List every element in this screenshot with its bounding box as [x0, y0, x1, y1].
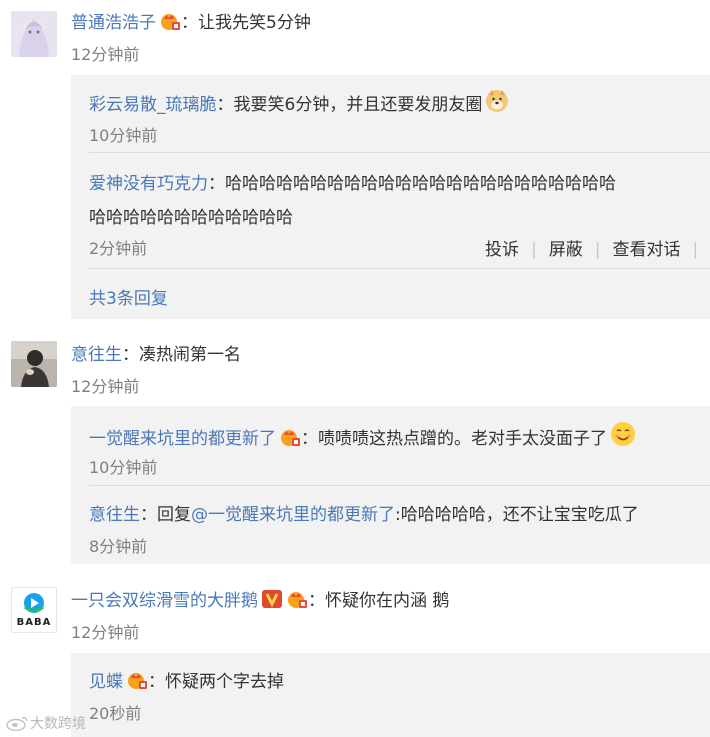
timestamp: 20秒前 [89, 704, 142, 723]
crown-badge-icon [286, 589, 308, 614]
reply-username[interactable]: 爱神没有巧克力 [89, 174, 208, 194]
divider [89, 152, 710, 153]
reply-text-continued: 哈哈哈哈哈哈哈哈哈哈哈哈 [89, 208, 293, 228]
separator: | [531, 240, 537, 260]
reply-prefix: ：回复 [140, 505, 191, 525]
reply-username[interactable]: 彩云易散_琉璃脆 [89, 95, 217, 115]
replies-box: 彩云易散_琉璃脆：我要笑6分钟，并且还要发朋友圈 10分钟前 爱神没有巧克力：哈… [71, 75, 710, 319]
crown-badge-icon [126, 670, 148, 695]
reply-line: 意往生：回复@一觉醒来坑里的都更新了:哈哈哈哈哈，还不让宝宝吃瓜了 [89, 500, 639, 525]
crown-badge-icon [279, 427, 301, 452]
comment-line: 一只会双综滑雪的大胖鹅 ：怀疑你在内涵 鹅 [71, 586, 449, 614]
reply-username[interactable]: 见蝶 [89, 672, 123, 692]
mention-link[interactable]: @一觉醒来坑里的都更新了 [191, 505, 395, 525]
timestamp: 10分钟前 [89, 458, 158, 477]
reply-username[interactable]: 意往生 [89, 505, 140, 525]
replies-box: 见蝶 ：怀疑两个字去掉 20秒前 [71, 653, 710, 737]
avatar[interactable]: BABA [11, 587, 57, 633]
timestamp: 8分钟前 [89, 537, 148, 556]
reply-text: ：我要笑6分钟，并且还要发朋友圈 [216, 95, 483, 115]
smirk-emoji-icon [610, 421, 636, 452]
timestamp: 12分钟前 [71, 623, 140, 642]
report-button[interactable]: 投诉 [485, 240, 519, 260]
separator: | [692, 240, 699, 260]
separator: | [594, 240, 601, 260]
watermark: 大数跨境 [6, 713, 86, 735]
crown-badge-icon [159, 11, 181, 36]
timestamp: 12分钟前 [71, 45, 140, 64]
reply-line: 爱神没有巧克力：哈哈哈哈哈哈哈哈哈哈哈哈哈哈哈哈哈哈哈哈哈哈哈 [89, 169, 710, 194]
avatar[interactable] [11, 341, 57, 387]
replies-box: 一觉醒来坑里的都更新了 ：啧啧啧这热点蹭的。老对手太没面子了 10分钟前 意往生：… [71, 406, 710, 564]
divider [89, 268, 710, 269]
avatar-label: BABA [16, 617, 52, 628]
reply-text: ：啧啧啧这热点蹭的。老对手太没面子了 [301, 429, 607, 449]
timestamp: 12分钟前 [71, 377, 140, 396]
watermark-text: 大数跨境 [30, 716, 86, 732]
view-conversation-button[interactable]: 查看对话 [612, 240, 680, 260]
reply-line: 见蝶 ：怀疑两个字去掉 [89, 667, 284, 695]
block-button[interactable]: 屏蔽 [549, 240, 583, 260]
reply-line: 彩云易散_琉璃脆：我要笑6分钟，并且还要发朋友圈 [89, 89, 509, 118]
comment-text: ：怀疑你在内涵 鹅 [308, 591, 450, 611]
username[interactable]: 一只会双综滑雪的大胖鹅 [71, 591, 258, 611]
comment-text: ：让我先笑5分钟 [181, 13, 311, 33]
avatar[interactable] [11, 11, 57, 57]
reply-line: 一觉醒来坑里的都更新了 ：啧啧啧这热点蹭的。老对手太没面子了 [89, 421, 636, 452]
username[interactable]: 意往生 [71, 345, 122, 365]
timestamp: 2分钟前 [89, 239, 148, 258]
doge-emoji-icon [485, 89, 509, 118]
weibo-logo-icon [6, 715, 30, 735]
reply-text: ：怀疑两个字去掉 [148, 672, 284, 692]
reply-text: ：哈哈哈哈哈哈哈哈哈哈哈哈哈哈哈哈哈哈哈哈哈哈哈 [208, 174, 616, 194]
username[interactable]: 普通浩浩子 [71, 13, 156, 33]
comment-line: 意往生：凑热闹第一名 [71, 340, 241, 365]
reply-actions: 投诉 | 屏蔽 | 查看对话 | [485, 235, 710, 260]
divider [89, 485, 710, 486]
reply-username[interactable]: 一觉醒来坑里的都更新了 [89, 429, 276, 449]
view-more-replies-link[interactable]: 共3条回复 [89, 284, 168, 309]
comment-text: ：凑热闹第一名 [122, 345, 241, 365]
comment-line: 普通浩浩子 ：让我先笑5分钟 [71, 8, 311, 36]
timestamp: 10分钟前 [89, 126, 158, 145]
reply-text: :哈哈哈哈哈，还不让宝宝吃瓜了 [395, 505, 639, 525]
verified-v-badge-icon [261, 589, 283, 614]
